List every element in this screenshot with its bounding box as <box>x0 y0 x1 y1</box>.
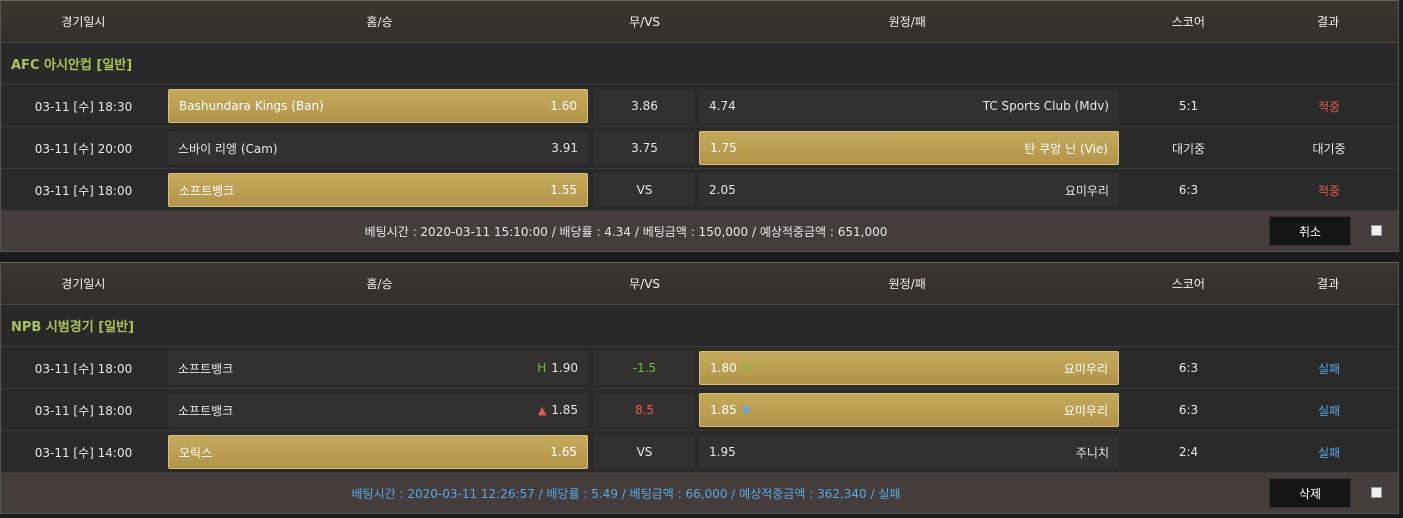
away-odds: 1.85 <box>710 403 737 417</box>
home-odds: 1.90 <box>551 361 578 375</box>
score: 2:4 <box>1178 445 1199 459</box>
away-team: TC Sports Club (Mdv) <box>982 99 1109 113</box>
away-team: 탄 쿠앙 닌 (Vie) <box>1024 141 1108 156</box>
home-odds-button[interactable]: 소프트뱅크 ▲ 1.85 <box>168 393 588 427</box>
home-team: 소프트뱅크 <box>179 183 235 198</box>
bet-slip-1: 경기일시 홈/승 무/VS 원정/패 스코어 결과 AFC 아시안컵 [일반] … <box>0 0 1399 252</box>
away-team: 요미우리 <box>1064 183 1109 198</box>
match-date: 03-11 [수] 18:00 <box>34 403 133 418</box>
header-date: 경기일시 <box>61 277 106 291</box>
result-badge: 실패 <box>1317 361 1341 376</box>
handicap-icon: H <box>537 361 547 375</box>
bet-summary: 베팅시간 : 2020-03-11 15:10:00 / 배당률 : 4.34 … <box>1 211 1398 251</box>
result-badge: 실패 <box>1317 445 1341 460</box>
away-team: 요미우리 <box>1063 361 1108 376</box>
table-row: 03-11 [수] 18:00 소프트뱅크 1.55 VS 2.05 요미우리 … <box>1 169 1398 211</box>
draw-odds-button[interactable]: 3.75 <box>594 131 695 165</box>
league-title: NPB 시범경기 [일반] <box>1 305 1398 347</box>
home-odds-button[interactable]: 스바이 리엥 (Cam) 3.91 <box>168 131 588 165</box>
table-header: 경기일시 홈/승 무/VS 원정/패 스코어 결과 <box>1 1 1398 43</box>
score: 6:3 <box>1178 361 1199 375</box>
over-under-line[interactable]: 8.5 <box>594 393 695 427</box>
home-odds: 1.85 <box>551 403 578 417</box>
away-odds: 2.05 <box>709 183 736 197</box>
away-odds-button[interactable]: 4.74 TC Sports Club (Mdv) <box>699 89 1119 123</box>
score: 5:1 <box>1178 99 1199 113</box>
away-team: 요미우리 <box>1063 403 1108 418</box>
home-team: Bashundara Kings (Ban) <box>179 99 324 113</box>
away-odds: 1.95 <box>709 445 736 459</box>
home-team: 오릭스 <box>179 445 213 460</box>
bet-slip-2: 경기일시 홈/승 무/VS 원정/패 스코어 결과 NPB 시범경기 [일반] … <box>0 262 1399 514</box>
bet-summary-text: 베팅시간 : 2020-03-11 12:26:57 / 배당률 : 5.49 … <box>351 486 901 501</box>
header-home: 홈/승 <box>366 15 393 29</box>
home-odds: 1.60 <box>550 99 577 113</box>
handicap-icon: H <box>741 361 751 375</box>
away-odds-button[interactable]: 1.85 ▼ 요미우리 <box>699 393 1119 427</box>
home-odds: 1.55 <box>550 183 577 197</box>
away-odds-button[interactable]: 2.05 요미우리 <box>699 173 1119 207</box>
draw-odds-button[interactable]: VS <box>594 435 695 469</box>
match-date: 03-11 [수] 18:00 <box>34 183 133 198</box>
home-team: 소프트뱅크 <box>178 361 234 376</box>
away-odds-button[interactable]: 1.95 주니치 <box>699 435 1119 469</box>
handicap-line[interactable]: -1.5 <box>594 351 695 385</box>
table-row: 03-11 [수] 20:00 스바이 리엥 (Cam) 3.91 3.75 1… <box>1 127 1398 169</box>
away-odds: 4.74 <box>709 99 736 113</box>
table-row: 03-11 [수] 18:30 Bashundara Kings (Ban) 1… <box>1 85 1398 127</box>
away-odds: 1.75 <box>710 141 737 155</box>
match-date: 03-11 [수] 18:30 <box>34 99 133 114</box>
draw-odds-button[interactable]: VS <box>594 173 695 207</box>
match-date: 03-11 [수] 20:00 <box>34 141 133 156</box>
home-odds-button[interactable]: 오릭스 1.65 <box>168 435 588 469</box>
select-checkbox[interactable] <box>1371 487 1382 498</box>
bet-summary-text: 베팅시간 : 2020-03-11 15:10:00 / 배당률 : 4.34 … <box>364 224 888 239</box>
arrow-up-icon: ▲ <box>537 403 547 417</box>
result-badge: 실패 <box>1317 403 1341 418</box>
match-date: 03-11 [수] 18:00 <box>34 361 133 376</box>
away-odds: 1.80 <box>710 361 737 375</box>
bet-summary: 베팅시간 : 2020-03-11 12:26:57 / 배당률 : 5.49 … <box>1 473 1398 513</box>
result-badge: 적중 <box>1317 99 1341 114</box>
score: 6:3 <box>1178 403 1199 417</box>
result-badge: 대기중 <box>1312 141 1346 156</box>
header-result: 결과 <box>1317 277 1340 291</box>
score: 대기중 <box>1171 141 1206 156</box>
header-draw: 무/VS <box>629 15 661 29</box>
header-score: 스코어 <box>1171 277 1205 291</box>
arrow-down-icon: ▼ <box>741 403 751 417</box>
cancel-button[interactable]: 취소 <box>1269 216 1351 246</box>
header-away: 원정/패 <box>888 15 926 29</box>
select-checkbox[interactable] <box>1371 225 1382 236</box>
home-odds-button[interactable]: Bashundara Kings (Ban) 1.60 <box>168 89 588 123</box>
table-row: 03-11 [수] 18:00 소프트뱅크 ▲ 1.85 8.5 1.85 ▼ … <box>1 389 1398 431</box>
header-score: 스코어 <box>1171 15 1205 29</box>
away-odds-button[interactable]: 1.75 탄 쿠앙 닌 (Vie) <box>699 131 1119 165</box>
away-odds-button[interactable]: 1.80 H 요미우리 <box>699 351 1119 385</box>
delete-button[interactable]: 삭제 <box>1269 478 1351 508</box>
table-row: 03-11 [수] 14:00 오릭스 1.65 VS 1.95 주니치 2:4… <box>1 431 1398 473</box>
home-odds: 3.91 <box>551 141 578 155</box>
table-row: 03-11 [수] 18:00 소프트뱅크 H 1.90 -1.5 1.80 H… <box>1 347 1398 389</box>
table-header: 경기일시 홈/승 무/VS 원정/패 스코어 결과 <box>1 263 1398 305</box>
away-team: 주니치 <box>1075 445 1109 460</box>
home-odds-button[interactable]: 소프트뱅크 1.55 <box>168 173 588 207</box>
header-away: 원정/패 <box>888 277 926 291</box>
home-odds-button[interactable]: 소프트뱅크 H 1.90 <box>168 351 588 385</box>
header-date: 경기일시 <box>61 15 106 29</box>
header-result: 결과 <box>1317 15 1340 29</box>
header-home: 홈/승 <box>366 277 393 291</box>
home-team: 소프트뱅크 <box>178 403 234 418</box>
home-odds: 1.65 <box>550 445 577 459</box>
result-badge: 적중 <box>1317 183 1341 198</box>
header-draw: 무/VS <box>629 277 661 291</box>
score: 6:3 <box>1178 183 1199 197</box>
league-title: AFC 아시안컵 [일반] <box>1 43 1398 85</box>
home-team: 스바이 리엥 (Cam) <box>178 141 278 156</box>
draw-odds-button[interactable]: 3.86 <box>594 89 695 123</box>
match-date: 03-11 [수] 14:00 <box>34 445 133 460</box>
